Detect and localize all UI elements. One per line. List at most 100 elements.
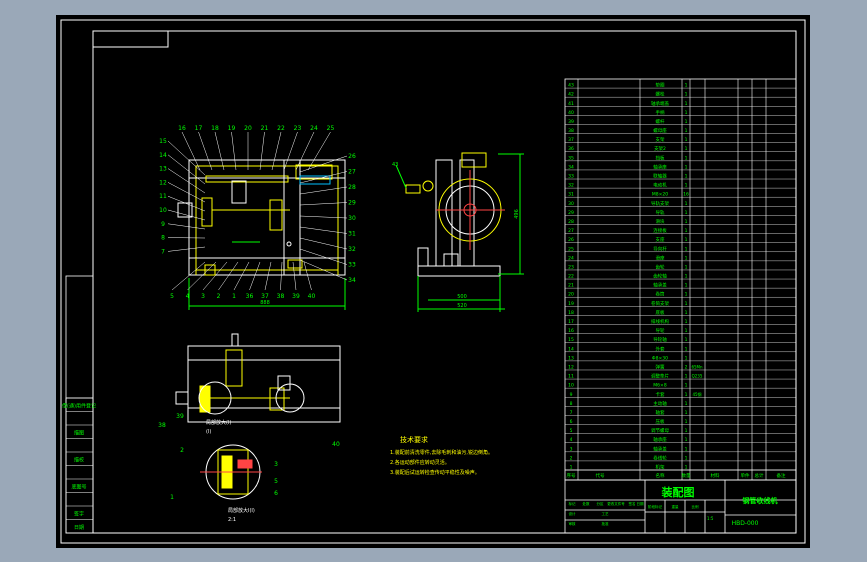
balloon-right: 30 — [348, 215, 356, 222]
balloon-top: 16 — [178, 125, 186, 132]
bom-row-spec: 65Mn — [691, 364, 703, 369]
bom-row-no: 40 — [568, 110, 574, 116]
balloon-right: 29 — [348, 200, 356, 207]
detail-balloon: 3 — [274, 461, 278, 468]
bom-row-qty: 1 — [685, 355, 688, 361]
bom-row-no: 12 — [568, 364, 574, 370]
balloon-top: 23 — [294, 125, 302, 132]
bom-row-qty: 1 — [685, 137, 688, 143]
detail-balloon: 1 — [170, 494, 174, 501]
balloon-left: 10 — [159, 207, 167, 214]
bom-row-name: 垫圈 — [656, 82, 665, 89]
bom-row-no: 31 — [568, 192, 574, 198]
bom-row-qty: 1 — [685, 274, 688, 280]
balloon-left: 8 — [161, 235, 165, 242]
bom-row-no: 23 — [568, 264, 574, 270]
title-block-label: 标记 — [569, 501, 577, 506]
title-block-label: 日期 — [637, 501, 645, 506]
bom-row-no: 38 — [568, 128, 574, 134]
title-block-title: 钢管收线机 — [743, 496, 778, 505]
balloon-left: 15 — [159, 138, 167, 145]
bom-row-name: 调整垫片 — [651, 373, 669, 380]
balloon-bottom: 40 — [308, 293, 316, 300]
bom-row-name: 机架 — [656, 464, 665, 471]
bom-row-no: 2 — [570, 455, 573, 461]
strip-label: 借(通)用件登记 — [62, 403, 96, 410]
bom-row-name: 挡板 — [656, 154, 665, 161]
strip-label: 描图 — [74, 430, 84, 437]
bom-row-no: 4 — [570, 437, 573, 443]
balloon-right: 28 — [348, 184, 356, 191]
balloon-right: 31 — [348, 231, 356, 238]
balloon-top: 22 — [277, 125, 285, 132]
bom-row-no: 7 — [570, 410, 573, 416]
bom-row-name: 电动机 — [653, 182, 667, 189]
side-height-dim: 496 — [514, 209, 520, 219]
bom-header-cell: 单件 — [741, 472, 750, 479]
bom-row-qty: 1 — [685, 310, 688, 316]
bom-row-name: 轴承座 — [653, 436, 667, 443]
detail-balloon: 6 — [274, 490, 278, 497]
title-block-scale: 1:5 — [707, 516, 714, 521]
bom-row-no: 16 — [568, 328, 574, 334]
balloon-bottom: 1 — [232, 293, 236, 300]
bom-row-qty: 1 — [685, 164, 688, 170]
bom-header-cell: 数量 — [682, 472, 691, 479]
title-block-label: 签名 — [629, 501, 636, 506]
balloon-top: 24 — [310, 125, 318, 132]
balloon-left: 14 — [159, 152, 167, 159]
bom-row-qty: 1 — [685, 128, 688, 134]
title-block-code: HBD-000 — [732, 520, 759, 527]
bom-row-no: 28 — [568, 219, 574, 225]
bom-row-name: 齿轮轴 — [653, 273, 667, 280]
bom-row-qty: 1 — [685, 255, 688, 261]
title-block-label: 阶段标记 — [648, 504, 662, 509]
balloon-bottom: 5 — [170, 293, 174, 300]
balloon-bottom: 4 — [186, 293, 190, 300]
title-block-label: 分区 — [597, 501, 605, 506]
strip-label: 签字 — [74, 511, 84, 518]
drawing-canvas: 借(通)用件登记描图描校底图号签字日期 888 16 17 18 19 20 21 22 23… — [56, 15, 810, 548]
bom-row-name: 轴承盖 — [653, 282, 667, 289]
bom-row-qty: 1 — [685, 410, 688, 416]
balloon-bottom: 39 — [292, 293, 300, 300]
bom-row-qty: 1 — [685, 337, 688, 343]
bom-row-no: 32 — [568, 183, 574, 189]
bom-row-qty: 1 — [685, 92, 688, 98]
bom-row-qty: 1 — [685, 210, 688, 216]
bom-row-name: 联轴器 — [653, 173, 667, 180]
bom-row-no: 36 — [568, 146, 574, 152]
bom-row-name: 底板 — [656, 309, 665, 316]
bom-row-name: Φ8×30 — [652, 355, 668, 361]
front-width-dim: 888 — [260, 300, 270, 306]
bom-row-qty: 1 — [685, 246, 688, 252]
bom-row-name: 导轮轴 — [653, 336, 667, 343]
bom-row-name: 卷筒 — [656, 291, 665, 298]
balloon-right: 34 — [348, 277, 356, 284]
balloon-right: 27 — [348, 169, 356, 176]
bom-row-qty: 1 — [685, 346, 688, 352]
bom-row-no: 39 — [568, 119, 574, 125]
bom-header-cell: 总计 — [755, 472, 764, 479]
bom-row-name: 滑块 — [656, 218, 665, 225]
bom-row-no: 43 — [568, 83, 574, 89]
bom-row-name: 压板 — [656, 418, 665, 425]
title-block-label: 工艺 — [602, 511, 610, 516]
bom-row-qty: 16 — [683, 192, 689, 198]
strip-label: 日期 — [74, 525, 84, 531]
bom-row-spec: 45钢 — [692, 391, 701, 397]
bom-row-name: 卷筒支架 — [651, 300, 669, 307]
bom-row-no: 35 — [568, 155, 574, 161]
balloon-top: 19 — [228, 125, 236, 132]
bom-row-qty: 1 — [685, 383, 688, 389]
title-block-label: 处数 — [583, 501, 591, 506]
balloon-left: 13 — [159, 166, 167, 173]
bom-row-no: 27 — [568, 228, 574, 234]
title-block-label: 比例 — [692, 504, 700, 509]
detail-label-1b: (I) — [206, 429, 211, 435]
bom-row-name: M8×20 — [652, 192, 668, 198]
bom-row-name: 排线机构 — [651, 318, 669, 325]
bom-row-qty: 1 — [685, 110, 688, 116]
bom-row-qty: 1 — [685, 446, 688, 452]
bom-row-name: 导轨支架 — [651, 200, 669, 207]
